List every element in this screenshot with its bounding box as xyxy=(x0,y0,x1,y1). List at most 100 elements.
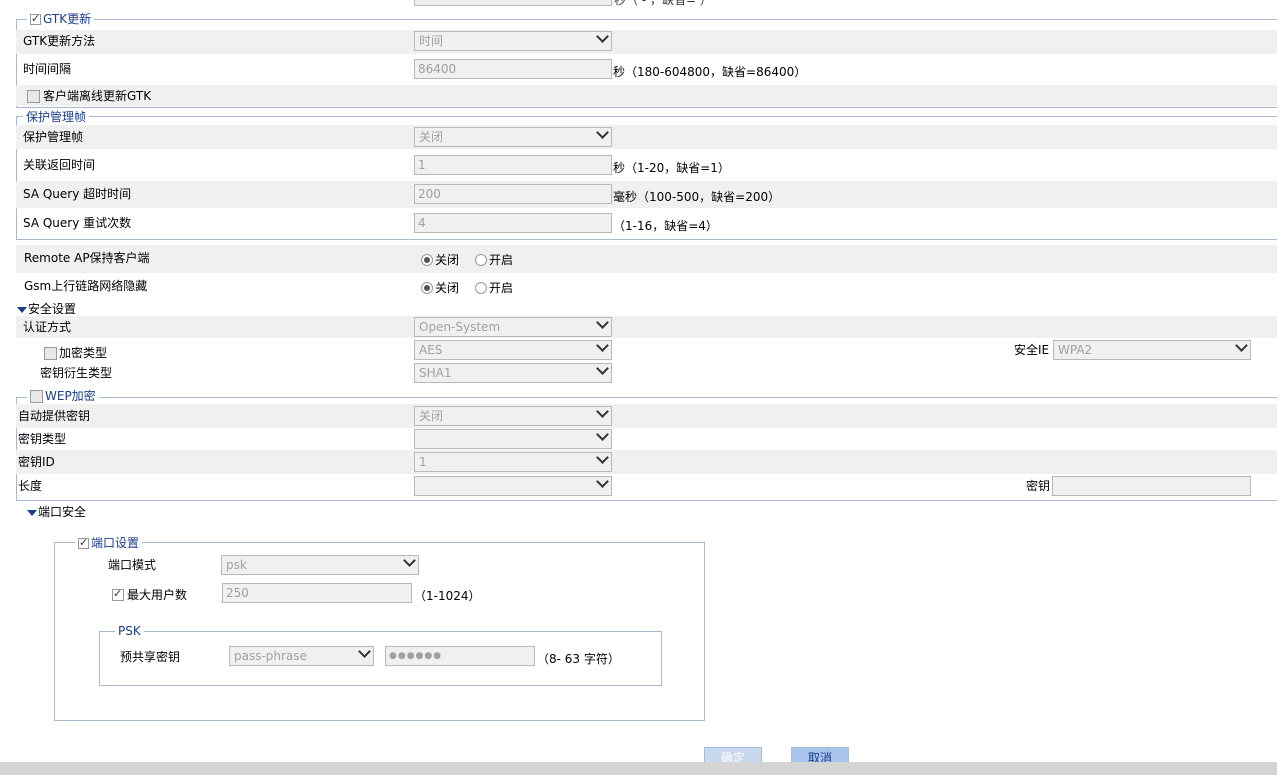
remote-ap-radio-off[interactable]: 关闭 xyxy=(421,252,459,268)
wep-auto-value: 关闭 xyxy=(419,409,444,423)
wep-checkbox[interactable] xyxy=(30,389,43,403)
assoc-label: 关联返回时间 xyxy=(23,158,96,172)
ie-value: WPA2 xyxy=(1058,343,1093,357)
gsm-radio-off[interactable]: 关闭 xyxy=(421,280,459,296)
gtk-interval-hint: 秒（180-604800，缺省=86400） xyxy=(613,65,807,79)
gsm-on-label: 开启 xyxy=(489,281,514,295)
psk-type-select[interactable]: pass-phrase xyxy=(229,646,374,666)
auth-label: 认证方式 xyxy=(23,320,72,334)
chevron-down-icon xyxy=(598,318,607,336)
chevron-down-icon xyxy=(598,407,607,425)
remote-ap-row xyxy=(16,245,1277,273)
psk-input[interactable]: ●●●●●● xyxy=(385,646,535,666)
remote-ap-off-label: 关闭 xyxy=(435,253,460,267)
psk-legend-text: PSK xyxy=(118,624,141,638)
remote-ap-label: Remote AP保持客户端 xyxy=(24,251,150,265)
gtk-offline-checkbox[interactable] xyxy=(27,89,40,103)
security-title: 安全设置 xyxy=(28,302,77,316)
encrypt-label: 加密类型 xyxy=(59,346,108,360)
pmf-select[interactable]: 关闭 xyxy=(414,127,612,147)
gtk-checkbox[interactable] xyxy=(30,11,41,27)
remote-ap-on-label: 开启 xyxy=(489,253,514,267)
wep-auto-row xyxy=(16,404,1277,428)
encrypt-checkbox[interactable] xyxy=(44,346,57,360)
pmf-value: 关闭 xyxy=(419,130,444,144)
chevron-down-icon xyxy=(598,32,607,50)
wep-auto-label: 自动提供密钥 xyxy=(18,409,91,423)
gtk-offline-item[interactable]: 客户端离线更新GTK xyxy=(27,88,151,104)
gtk-legend-text: GTK更新 xyxy=(43,12,92,26)
gtk-method-select[interactable]: 时间 xyxy=(414,31,612,51)
wep-keyid-row xyxy=(16,450,1277,474)
kdf-value: SHA1 xyxy=(419,366,452,380)
auth-row xyxy=(16,316,1277,338)
chevron-down-icon xyxy=(598,128,607,146)
remote-ap-radio-on[interactable]: 开启 xyxy=(475,252,513,268)
chevron-down-icon xyxy=(598,364,607,382)
chevron-down-icon xyxy=(360,647,369,665)
wep-auto-select[interactable]: 关闭 xyxy=(414,406,612,426)
radio-selected-icon[interactable] xyxy=(421,254,433,266)
wep-key-input[interactable] xyxy=(1052,476,1251,496)
port-settings-legend: 端口设置 xyxy=(75,535,143,551)
chevron-down-icon xyxy=(598,341,607,359)
auth-select[interactable]: Open-System xyxy=(414,317,612,337)
wep-legend: WEP加密 xyxy=(27,388,99,404)
max-users-checkbox[interactable] xyxy=(112,586,124,602)
max-users-input[interactable]: 250 xyxy=(222,583,412,603)
assoc-hint: 秒（1-20，缺省=1） xyxy=(613,161,730,175)
sa-retry-label: SA Query 重试次数 xyxy=(23,216,132,230)
radio-icon[interactable] xyxy=(475,282,487,294)
port-security-title: 端口安全 xyxy=(38,505,87,519)
gsm-label: Gsm上行链路网络隐藏 xyxy=(24,279,148,293)
encrypt-value: AES xyxy=(419,343,443,357)
wep-length-select[interactable] xyxy=(414,476,612,496)
gtk-legend: GTK更新 xyxy=(27,11,95,27)
gtk-method-label: GTK更新方法 xyxy=(23,34,96,48)
wep-keytype-label: 密钥类型 xyxy=(18,432,67,446)
gsm-off-label: 关闭 xyxy=(435,281,460,295)
chevron-down-icon xyxy=(598,430,607,448)
horizontal-scrollbar[interactable] xyxy=(0,762,1277,775)
assoc-input[interactable]: 1 xyxy=(414,155,612,175)
gtk-interval-label: 时间间隔 xyxy=(23,62,72,76)
gtk-method-row xyxy=(16,30,1277,54)
pmf-row xyxy=(16,125,1277,149)
pmf-label: 保护管理帧 xyxy=(23,130,84,144)
max-users-item[interactable]: 最大用户数 xyxy=(112,586,187,603)
ie-label: 安全IE xyxy=(1014,343,1050,357)
triangle-down-icon xyxy=(17,306,27,313)
radio-selected-icon[interactable] xyxy=(421,282,433,294)
port-mode-label: 端口模式 xyxy=(108,558,157,572)
security-section-toggle[interactable]: 安全设置 xyxy=(17,301,76,317)
gtk-method-value: 时间 xyxy=(419,34,444,48)
partial-top-hint: 秒（ - ，缺省= ） xyxy=(614,0,712,7)
pmf-legend: 保护管理帧 xyxy=(23,109,90,125)
gsm-radio-on[interactable]: 开启 xyxy=(475,280,513,296)
wep-keyid-label: 密钥ID xyxy=(18,455,55,469)
chevron-down-icon xyxy=(405,556,414,574)
sa-retry-input[interactable]: 4 xyxy=(414,213,612,233)
port-security-toggle[interactable]: 端口安全 xyxy=(27,504,86,520)
sa-retry-hint: （1-16，缺省=4） xyxy=(613,219,718,233)
kdf-label: 密钥衍生类型 xyxy=(40,366,113,380)
wep-legend-text: WEP加密 xyxy=(45,389,96,403)
encrypt-item[interactable]: 加密类型 xyxy=(44,345,107,361)
wep-length-label: 长度 xyxy=(18,479,43,493)
sa-timeout-hint: 毫秒（100-500，缺省=200） xyxy=(613,190,781,204)
sa-timeout-input[interactable]: 200 xyxy=(414,184,612,204)
ie-select[interactable]: WPA2 xyxy=(1053,340,1251,360)
radio-icon[interactable] xyxy=(475,254,487,266)
wep-keytype-select[interactable] xyxy=(414,429,612,449)
wep-keyid-select[interactable]: 1 xyxy=(414,452,612,472)
port-mode-select[interactable]: psk xyxy=(221,555,419,575)
triangle-down-icon xyxy=(27,509,37,516)
encrypt-select[interactable]: AES xyxy=(414,340,612,360)
kdf-select[interactable]: SHA1 xyxy=(414,363,612,383)
sa-timeout-label: SA Query 超时时间 xyxy=(23,187,132,201)
port-settings-legend-text: 端口设置 xyxy=(91,536,140,550)
port-settings-checkbox[interactable] xyxy=(78,535,89,551)
gtk-interval-input[interactable]: 86400 xyxy=(414,59,612,79)
max-users-hint: （1-1024） xyxy=(414,589,481,603)
partial-top-input[interactable] xyxy=(414,0,612,6)
